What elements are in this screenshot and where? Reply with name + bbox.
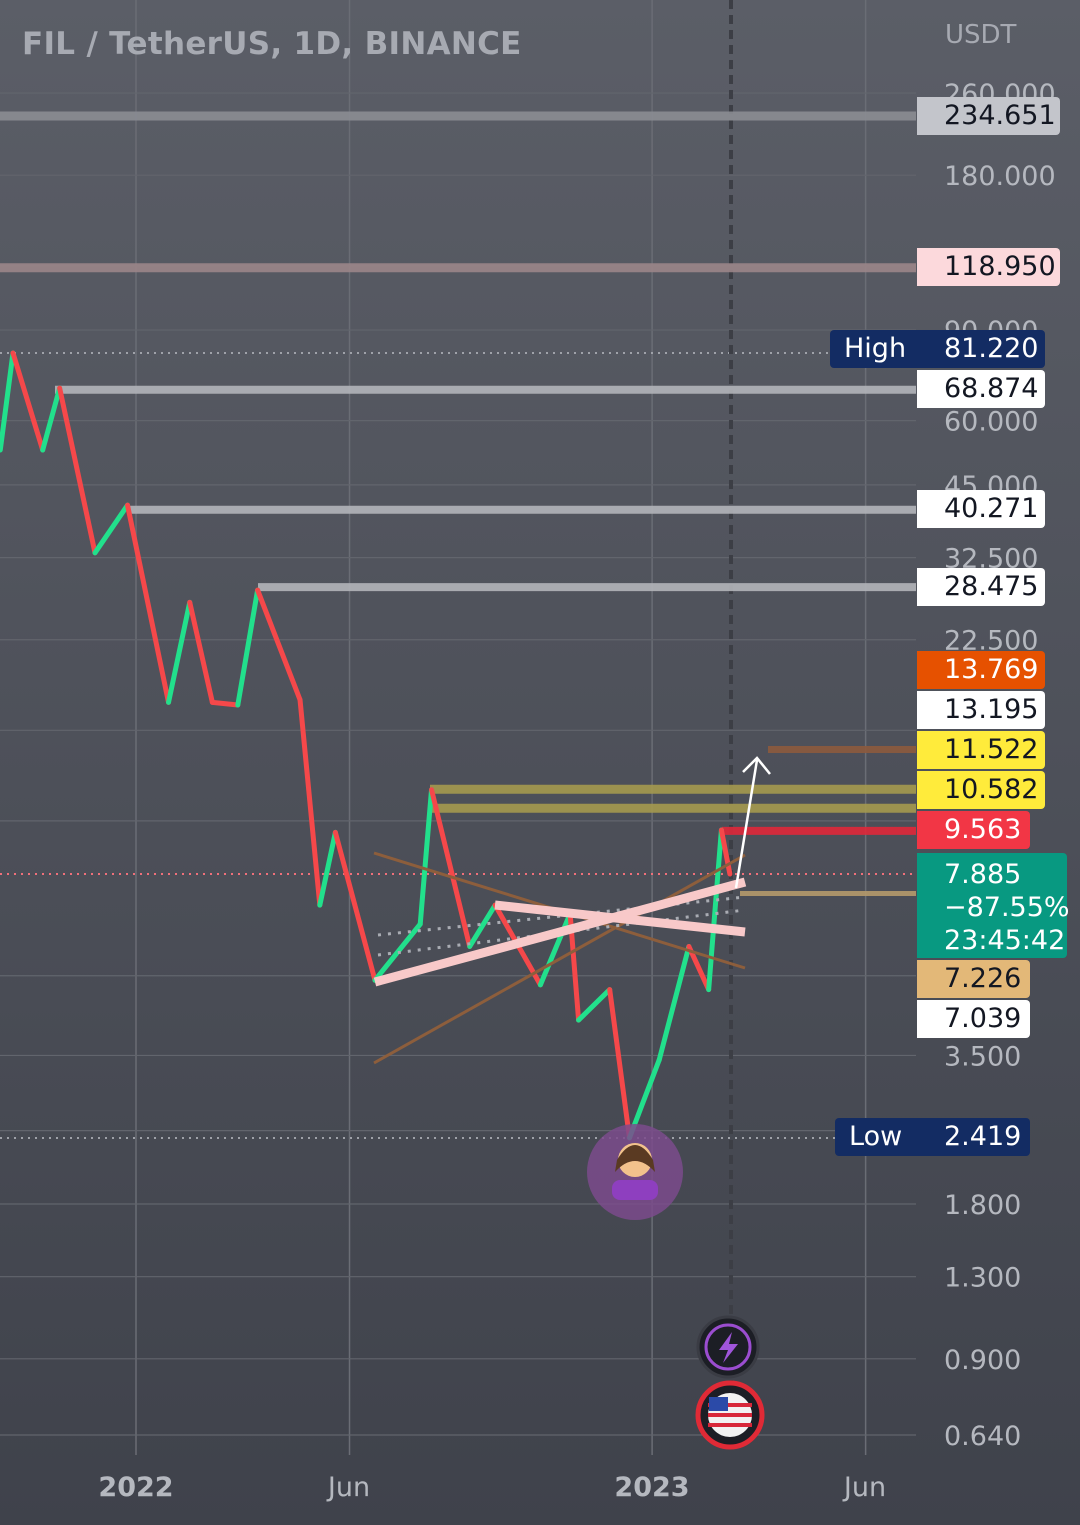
up-segment — [706, 827, 724, 993]
up-segment — [417, 787, 435, 927]
price-label-10.582: 10.582 — [917, 771, 1045, 809]
price-label-118.950: 118.950 — [917, 248, 1060, 286]
price-label-7.039: 7.039 — [917, 1000, 1030, 1038]
up-segment — [40, 385, 63, 453]
up-segment — [467, 902, 498, 949]
down-segment — [255, 587, 303, 703]
down-segment — [125, 502, 172, 705]
down-segment — [607, 987, 632, 1141]
reference-lines — [0, 0, 916, 1455]
price-label-7.226: 7.226 — [917, 960, 1030, 998]
event-markers[interactable] — [587, 1124, 765, 1450]
up-segment — [166, 599, 193, 705]
price-label-28.475: 28.475 — [917, 568, 1045, 606]
price-label-9.563: 9.563 — [917, 811, 1030, 849]
down-segment — [209, 699, 241, 708]
up-segment — [92, 502, 131, 556]
low-value-label: 2.419 — [917, 1118, 1030, 1156]
current-price: 7.885 — [944, 859, 1022, 890]
y-tick-label: 180.000 — [944, 161, 1056, 192]
down-segment — [429, 787, 473, 949]
price-label-11.522: 11.522 — [917, 731, 1045, 769]
up-segment — [317, 829, 338, 908]
down-segment — [332, 829, 378, 983]
bar-countdown: 23:45:42 — [944, 925, 1066, 956]
up-segment — [0, 350, 16, 453]
up-segment — [576, 987, 613, 1023]
y-tick-label: 0.900 — [944, 1345, 1021, 1376]
down-segment — [10, 350, 46, 453]
low-tag: Low — [835, 1118, 918, 1156]
price-label-40.271: 40.271 — [917, 490, 1045, 528]
high-tag: High — [830, 330, 918, 368]
price-label-234.651: 234.651 — [917, 97, 1060, 135]
grid — [0, 0, 916, 1455]
up-segment — [537, 911, 573, 988]
price-change-percent: −87.55% — [944, 892, 1070, 923]
trendline-brown-up[interactable] — [373, 853, 746, 1065]
high-value-label: 81.220 — [917, 330, 1045, 368]
down-segment — [57, 385, 98, 556]
currency-label: USDT — [945, 20, 1017, 50]
chart-title: FIL / TetherUS, 1D, BINANCE — [22, 26, 522, 62]
y-tick-label: 60.000 — [944, 407, 1038, 438]
trendline-pink-support[interactable] — [373, 877, 747, 987]
y-tick-label: 1.300 — [944, 1263, 1021, 1294]
shrug-body — [612, 1180, 658, 1200]
x-tick-jun-2023: Jun — [843, 1472, 887, 1503]
level-lines — [0, 111, 916, 896]
flag-stripe — [708, 1413, 752, 1417]
price-series — [0, 350, 733, 1141]
current-price-label: 7.885 −87.55% 23:45:42 — [917, 853, 1070, 958]
up-segment — [235, 587, 261, 708]
arrow-shaft[interactable] — [734, 759, 759, 889]
up-segment — [656, 943, 692, 1063]
price-label-13.195: 13.195 — [917, 691, 1045, 729]
y-tick-label: 3.500 — [944, 1041, 1021, 1072]
down-segment — [187, 599, 215, 705]
y-tick-label: 0.640 — [944, 1421, 1021, 1452]
price-label-68.874: 68.874 — [917, 370, 1045, 408]
flag-canton — [709, 1397, 728, 1411]
y-tick-label: 1.800 — [944, 1190, 1021, 1221]
flag-stripe — [708, 1423, 752, 1427]
price-label-13.769: 13.769 — [917, 651, 1045, 689]
x-tick-2023: 2023 — [614, 1472, 690, 1503]
x-tick-2022: 2022 — [98, 1472, 174, 1503]
x-tick-jun-2022: Jun — [327, 1472, 371, 1503]
